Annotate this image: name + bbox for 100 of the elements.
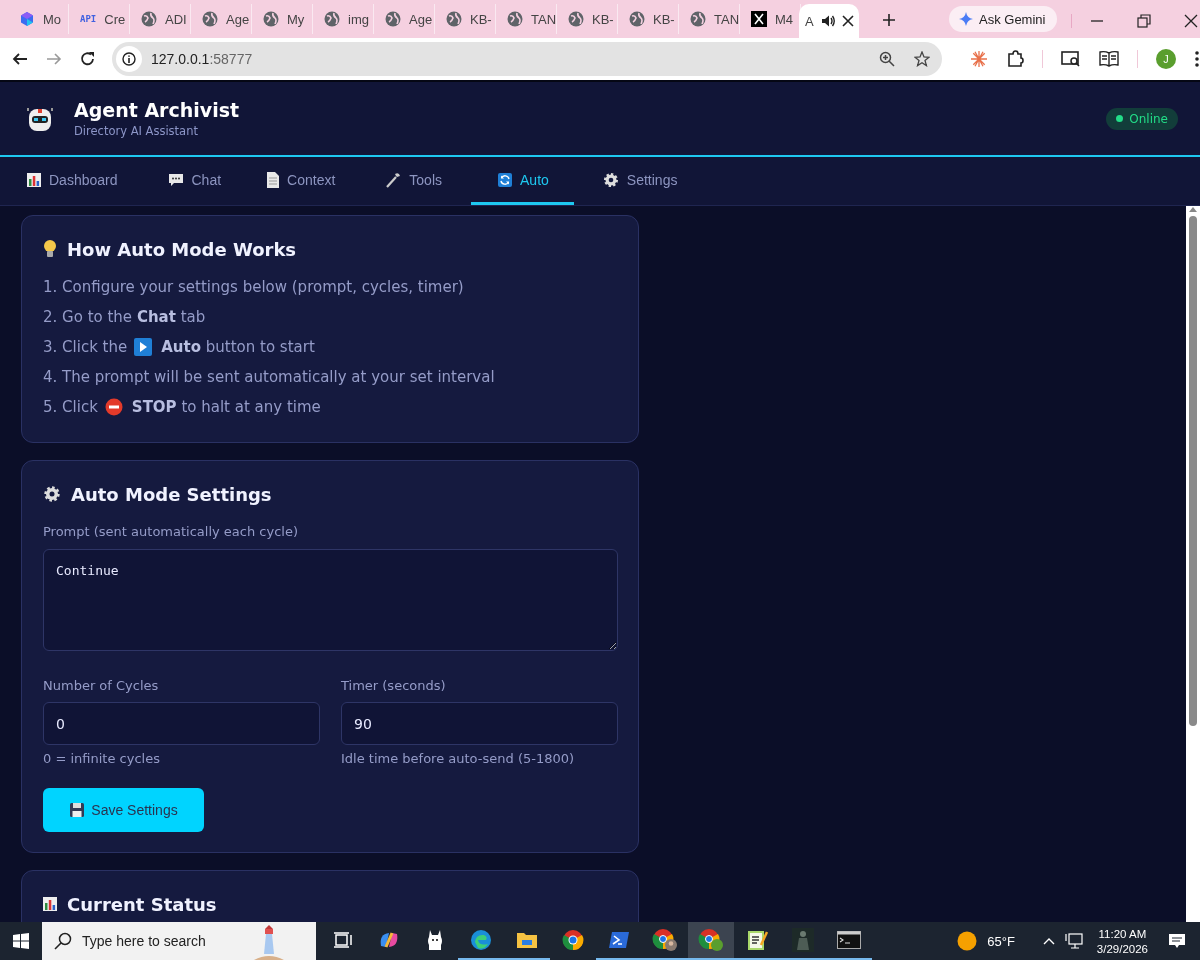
plus-icon — [882, 13, 896, 27]
globe-icon — [324, 11, 340, 27]
browser-tab[interactable]: KB- — [435, 4, 496, 34]
search-placeholder: Type here to search — [82, 933, 206, 949]
tab-title: KB- — [592, 11, 614, 27]
input-field[interactable]: 90 — [341, 702, 618, 745]
sparkle-icon — [959, 12, 973, 26]
browser-tab[interactable]: ADI — [130, 4, 191, 34]
app-subtitle: Directory AI Assistant — [74, 124, 199, 138]
browser-tab[interactable]: img — [313, 4, 374, 34]
refresh-icon — [498, 172, 512, 187]
field-hint: Idle time before auto-send (5-1800) — [341, 751, 576, 766]
no-entry-icon — [104, 398, 123, 416]
browser-tab[interactable]: KB- — [557, 4, 618, 34]
info-icon[interactable] — [116, 46, 142, 72]
tab-title: ADI — [165, 11, 187, 27]
chrome-profile-icon — [698, 928, 724, 952]
llama-icon — [426, 929, 444, 951]
close-icon[interactable] — [1184, 14, 1199, 28]
tab-title: Age — [226, 11, 250, 27]
chevron-up-icon[interactable] — [1042, 937, 1055, 945]
puzzle-icon[interactable] — [1006, 50, 1024, 68]
browser-tab[interactable]: KB- — [618, 4, 679, 34]
step-text: 1. Configure your settings below (prompt, cycles, timer) — [43, 278, 464, 296]
browser-tab[interactable]: Age — [374, 4, 435, 34]
bar-chart-icon — [27, 172, 41, 187]
network-icon[interactable] — [1064, 933, 1083, 949]
address-bar[interactable]: 127.0.0.1:58777 — [112, 42, 942, 76]
search-icon — [54, 932, 72, 950]
prompt-field[interactable]: Continue — [43, 549, 618, 651]
notepad-icon — [746, 929, 768, 951]
tab-title: M4 — [775, 11, 794, 27]
browser-tab[interactable]: API Cre — [69, 4, 130, 34]
globe-icon — [385, 11, 401, 27]
status-badge: Online — [1106, 107, 1178, 130]
reload-icon[interactable] — [80, 51, 96, 67]
taskbar-search-field[interactable]: Type here to search — [42, 922, 316, 960]
tab-title: KB- — [653, 11, 675, 27]
browser-tab[interactable]: My — [252, 4, 313, 34]
field-label: Number of Cycles — [43, 678, 160, 693]
globe-icon — [141, 11, 157, 27]
armored-figure-icon — [792, 928, 814, 952]
tab-title: A — [805, 13, 814, 29]
browser-tab[interactable]: A — [799, 4, 859, 38]
tab-title: TAN — [714, 11, 739, 27]
ask-gemini-button[interactable]: Ask Gemini — [949, 6, 1058, 32]
wrench-icon — [385, 171, 402, 188]
step-text: 5. Click — [43, 398, 98, 416]
clock[interactable]: 11:20 AM 3/29/2026 — [1096, 927, 1148, 955]
nav-tab[interactable]: Dashboard — [6, 157, 139, 205]
globe-icon — [568, 11, 584, 27]
folder-icon — [516, 931, 538, 949]
nav-tab[interactable]: Auto — [471, 157, 574, 205]
star-icon[interactable] — [914, 51, 930, 67]
edge-icon — [470, 929, 492, 951]
windows-logo-icon — [13, 933, 29, 949]
nav-tab[interactable]: Chat — [146, 157, 243, 205]
app-title: Agent Archivist — [74, 99, 240, 121]
globe-icon — [507, 11, 523, 27]
browser-tab[interactable]: TAN — [679, 4, 740, 34]
chrome-icon — [562, 929, 584, 951]
nav-tab[interactable]: Settings — [581, 157, 699, 205]
tab-title: Cre — [104, 11, 126, 27]
card-title: Auto Mode Settings — [71, 483, 272, 505]
forward-arrow-icon[interactable] — [46, 51, 62, 67]
asterisk-icon[interactable] — [970, 50, 988, 68]
chrome-profile-icon — [652, 928, 678, 952]
tab-title: img — [348, 11, 369, 27]
browser-tab[interactable]: Age — [191, 4, 252, 34]
book-icon[interactable] — [1099, 50, 1119, 68]
screen-search-icon[interactable] — [1061, 50, 1081, 68]
step-text: Auto button to start — [161, 338, 315, 356]
notification-icon[interactable] — [1168, 932, 1186, 950]
save-settings-button[interactable]: Save Settings — [43, 788, 204, 832]
globe-icon — [446, 11, 462, 27]
globe-icon — [629, 11, 645, 27]
step-text: 4. The prompt will be sent automatically at your set interval — [43, 368, 495, 386]
menu-icon[interactable] — [1194, 50, 1200, 68]
powershell-icon — [608, 931, 630, 949]
terminal-icon — [837, 931, 861, 949]
restore-icon[interactable] — [1137, 14, 1152, 28]
bar-chart-icon — [43, 897, 57, 911]
light-bulb-icon — [43, 239, 57, 259]
globe-icon — [263, 11, 279, 27]
field-hint: 0 = infinite cycles — [43, 751, 161, 766]
tab-title: KB- — [470, 11, 492, 27]
input-field[interactable]: 0 — [43, 702, 320, 745]
nav-tab[interactable]: Tools — [364, 157, 463, 205]
nav-tab[interactable]: Context — [246, 157, 357, 205]
scrollbar[interactable] — [1186, 206, 1200, 922]
tab-title: Age — [409, 11, 433, 27]
weather-temperature: 65°F — [987, 933, 1015, 949]
tab-close-icon[interactable] — [841, 15, 854, 27]
gear-icon — [43, 485, 61, 503]
ribbon-swirl-icon — [378, 930, 400, 950]
back-arrow-icon[interactable] — [12, 51, 28, 67]
browser-tab[interactable]: TAN — [496, 4, 557, 34]
zoom-icon[interactable] — [879, 51, 895, 67]
browser-tab[interactable]: Mo — [8, 4, 69, 34]
globe-icon — [202, 11, 218, 27]
